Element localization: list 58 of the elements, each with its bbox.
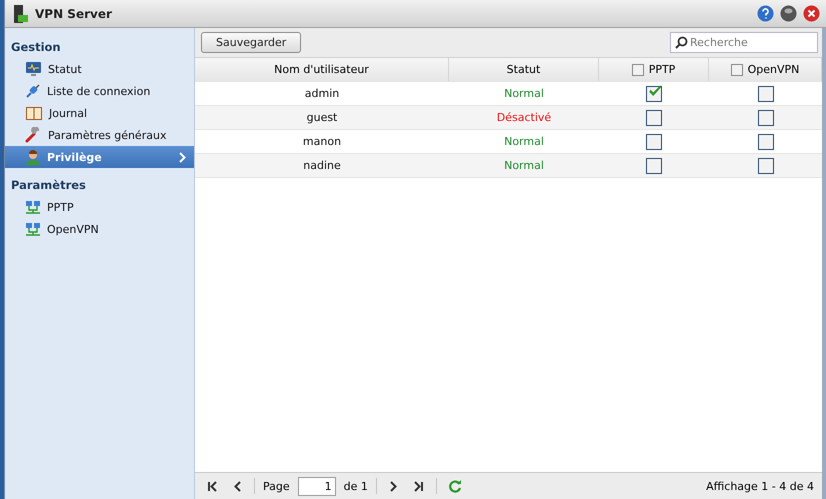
plug-icon (25, 83, 41, 99)
monitor-icon (25, 61, 42, 77)
sidebar-item[interactable]: PPTP (5, 196, 194, 218)
refresh-icon (448, 480, 462, 492)
column-header[interactable]: Nom d'utilisateur (195, 58, 449, 81)
sidebar-item[interactable]: OpenVPN (5, 218, 194, 240)
checkbox[interactable] (632, 64, 644, 76)
previous-icon (234, 480, 242, 492)
table-row[interactable]: nadine Normal (195, 154, 822, 178)
minimize-icon[interactable] (780, 5, 797, 22)
save-button[interactable]: Sauvegarder (201, 32, 302, 53)
sidebar-item[interactable]: Liste de connexion (5, 80, 194, 102)
sidebar-item[interactable]: Paramètres généraux (5, 124, 194, 146)
server-icon (13, 4, 29, 22)
window-title: VPN Server (35, 6, 113, 20)
network-icon (25, 200, 41, 214)
checkbox[interactable] (646, 86, 662, 102)
table-row[interactable]: guest Désactivé (195, 106, 822, 130)
wrench-icon (25, 127, 42, 143)
section-title: Gestion (10, 39, 62, 56)
checkbox[interactable] (758, 86, 774, 102)
network-icon (25, 222, 41, 236)
sidebar-item[interactable]: Statut (5, 58, 194, 80)
close-icon[interactable] (803, 5, 820, 22)
search-field[interactable]: Recherche (670, 32, 818, 53)
checkbox[interactable] (758, 134, 774, 150)
next-icon (388, 480, 397, 492)
sidebar-item[interactable]: Privilège (5, 146, 194, 168)
section-title: Paramètres (10, 177, 87, 194)
chevron-icon (179, 152, 186, 162)
table-cell: manon (302, 135, 342, 148)
column-header[interactable]: Statut (449, 58, 599, 81)
column-header[interactable]: PPTP (599, 58, 709, 81)
checkbox[interactable] (758, 158, 774, 174)
book-icon (25, 106, 43, 120)
table-cell: guest (306, 111, 338, 124)
status-text: Normal (504, 135, 544, 148)
user-icon (25, 149, 41, 165)
table-cell: admin (304, 87, 340, 100)
status-text: Désactivé (496, 111, 552, 124)
page-summary: Affichage 1 - 4 de 4 (706, 480, 814, 492)
help-icon[interactable] (757, 5, 774, 22)
sidebar-item[interactable]: Journal (5, 102, 194, 124)
status-text: Normal (504, 159, 544, 172)
table-cell: nadine (303, 159, 341, 172)
status-text: Normal (504, 87, 544, 100)
checkbox[interactable] (758, 110, 774, 126)
checkbox[interactable] (646, 110, 662, 126)
checkbox[interactable] (730, 64, 743, 76)
checkbox[interactable] (646, 158, 662, 174)
last-page-icon (412, 480, 424, 492)
page-label: Page (263, 480, 290, 492)
search-icon (675, 36, 688, 49)
checkbox[interactable] (646, 134, 662, 150)
page-input[interactable]: 1 (298, 476, 336, 496)
column-header[interactable]: OpenVPN (709, 58, 822, 81)
first-page-icon (207, 480, 218, 492)
page-count: de 1 (344, 480, 368, 492)
